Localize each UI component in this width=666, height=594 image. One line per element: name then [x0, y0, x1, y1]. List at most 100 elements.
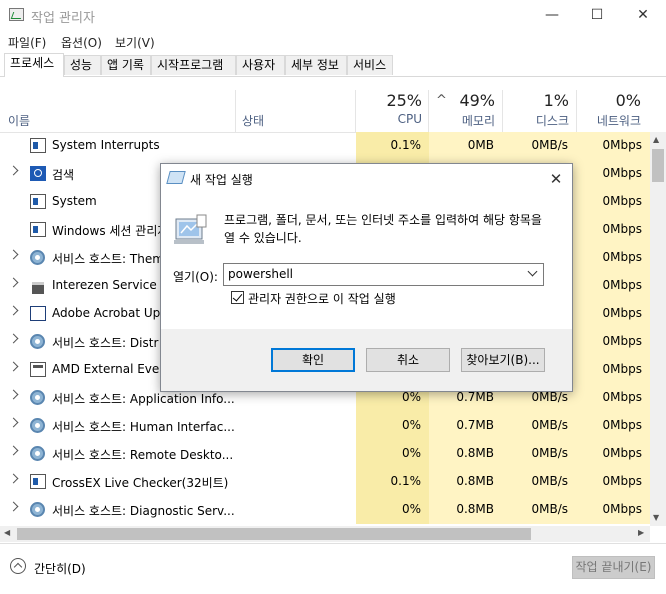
- tab-users[interactable]: 사용자: [236, 55, 285, 75]
- gear-icon: [30, 390, 45, 405]
- network-cell: 0Mbps: [602, 222, 642, 236]
- vertical-scroll-thumb[interactable]: [652, 149, 664, 182]
- expand-chevron-icon[interactable]: [8, 305, 19, 316]
- memory-cell: 0.8MB: [456, 502, 494, 516]
- dialog-title: 새 작업 실행: [190, 173, 253, 187]
- network-cell: 0Mbps: [602, 166, 642, 180]
- tab-processes[interactable]: 프로세스: [4, 53, 64, 77]
- interezen-icon: [30, 278, 46, 294]
- run-program-icon: [174, 214, 207, 244]
- vertical-scrollbar[interactable]: [650, 132, 666, 526]
- cpu-cell: 0.1%: [390, 138, 422, 152]
- process-name: Windows 세션 관리자: [52, 224, 169, 238]
- menu-file[interactable]: 파일(F): [8, 34, 46, 51]
- menu-options[interactable]: 옵션(O): [61, 34, 102, 51]
- process-name: 서비스 호스트: Human Interfac...: [52, 420, 235, 434]
- scroll-up-icon[interactable]: ▲: [653, 135, 659, 144]
- system-icon: [30, 194, 46, 209]
- cpu-cell: 0%: [401, 418, 421, 432]
- dialog-close-button[interactable]: ✕: [540, 165, 572, 193]
- cpu-cell: 0%: [401, 502, 421, 516]
- expand-chevron-icon[interactable]: [8, 361, 19, 372]
- network-cell: 0Mbps: [602, 194, 642, 208]
- tab-details[interactable]: 세부 정보: [285, 55, 347, 75]
- gear-icon: [30, 502, 45, 517]
- column-network[interactable]: 네트워크: [577, 112, 641, 129]
- tab-services[interactable]: 서비스: [347, 55, 393, 75]
- cancel-button[interactable]: 취소: [366, 348, 450, 372]
- admin-checkbox-label[interactable]: 관리자 권한으로 이 작업 실행: [248, 290, 396, 307]
- cpu-cell: 0%: [401, 446, 421, 460]
- column-memory[interactable]: 메모리: [429, 112, 495, 129]
- process-name: 서비스 호스트: Application Info...: [52, 392, 235, 406]
- expand-chevron-icon[interactable]: [8, 333, 19, 344]
- process-name: 서비스 호스트: Diagnostic Serv...: [52, 504, 235, 518]
- menu-view[interactable]: 보기(V): [115, 34, 155, 51]
- open-label: 열기(O):: [173, 270, 218, 284]
- tab-startup[interactable]: 시작프로그램: [151, 55, 236, 75]
- network-cell: 0Mbps: [602, 362, 642, 376]
- minimize-button[interactable]: —: [529, 0, 575, 30]
- process-row[interactable]: 0% 0.8MB 0MB/s 0Mbps 서비스 호스트: Diagnostic Ser…: [0, 496, 650, 524]
- expand-chevron-icon[interactable]: [8, 445, 19, 456]
- disk-cell: 0MB/s: [531, 390, 568, 404]
- end-task-button[interactable]: 작업 끝내기(E): [572, 556, 655, 579]
- tab-performance[interactable]: 성능: [64, 55, 101, 75]
- scroll-right-icon[interactable]: ▶: [638, 528, 644, 537]
- task-manager-icon: [9, 8, 24, 21]
- process-name: 서비스 호스트: Remote Deskto...: [52, 448, 234, 462]
- expand-chevron-icon[interactable]: [8, 389, 19, 400]
- process-row[interactable]: 0.1% 0.8MB 0MB/s 0Mbps CrossEX Live Checker(…: [0, 468, 650, 496]
- process-row[interactable]: 0.1% 0MB 0MB/s 0Mbps System Interrupts: [0, 132, 650, 160]
- process-row[interactable]: 0% 0.7MB 0MB/s 0Mbps 서비스 호스트: Human Interfac…: [0, 412, 650, 440]
- gear-icon: [30, 334, 45, 349]
- network-cell: 0Mbps: [602, 334, 642, 348]
- process-name: 서비스 호스트: Them: [52, 252, 164, 266]
- column-cpu[interactable]: CPU: [356, 112, 422, 126]
- admin-checkbox[interactable]: [231, 291, 244, 304]
- maximize-button[interactable]: ☐: [574, 0, 620, 30]
- expand-chevron-icon[interactable]: [8, 473, 19, 484]
- expand-chevron-icon[interactable]: [8, 249, 19, 260]
- browse-button[interactable]: 찾아보기(B)...: [461, 348, 545, 372]
- disk-total: 1%: [543, 91, 569, 110]
- gear-icon: [30, 418, 45, 433]
- disk-cell: 0MB/s: [531, 418, 568, 432]
- process-name: Adobe Acrobat Upda: [52, 306, 176, 320]
- crossex-icon: [30, 474, 46, 489]
- collapse-icon[interactable]: [10, 558, 26, 574]
- column-disk[interactable]: 디스크: [503, 112, 569, 129]
- close-button[interactable]: ✕: [620, 0, 666, 30]
- disk-cell: 0MB/s: [531, 446, 568, 460]
- footer: [0, 543, 666, 594]
- memory-cell: 0.7MB: [456, 418, 494, 432]
- tab-app-history[interactable]: 앱 기록: [101, 55, 151, 75]
- disk-cell: 0MB/s: [531, 138, 568, 152]
- scroll-down-icon[interactable]: ▼: [653, 513, 659, 522]
- window-title: 작업 관리자: [31, 11, 95, 26]
- scroll-left-icon[interactable]: ◀: [4, 528, 10, 537]
- expand-chevron-icon[interactable]: [8, 501, 19, 512]
- fewer-details-link[interactable]: 간단히(D): [34, 560, 86, 577]
- amd-icon: [30, 362, 46, 377]
- process-row[interactable]: 0% 0.8MB 0MB/s 0Mbps 서비스 호스트: Remote Deskto.…: [0, 440, 650, 468]
- network-cell: 0Mbps: [602, 418, 642, 432]
- network-cell: 0Mbps: [602, 446, 642, 460]
- memory-total: 49%: [459, 91, 495, 110]
- disk-cell: 0MB/s: [531, 474, 568, 488]
- expand-chevron-icon[interactable]: [8, 417, 19, 428]
- cpu-total: 25%: [386, 91, 422, 110]
- ok-button[interactable]: 확인: [271, 348, 355, 372]
- network-cell: 0Mbps: [602, 250, 642, 264]
- expand-chevron-icon[interactable]: [8, 277, 19, 288]
- expand-chevron-icon[interactable]: [8, 165, 19, 176]
- horizontal-scroll-thumb[interactable]: [17, 528, 531, 540]
- column-status[interactable]: 상태: [242, 112, 264, 129]
- network-cell: 0Mbps: [602, 502, 642, 516]
- process-name: 서비스 호스트: Distr: [52, 336, 159, 350]
- gear-icon: [30, 250, 45, 265]
- network-cell: 0Mbps: [602, 306, 642, 320]
- column-name[interactable]: 이름: [8, 112, 30, 129]
- process-name: System Interrupts: [52, 138, 160, 152]
- open-input-value[interactable]: powershell: [228, 267, 293, 281]
